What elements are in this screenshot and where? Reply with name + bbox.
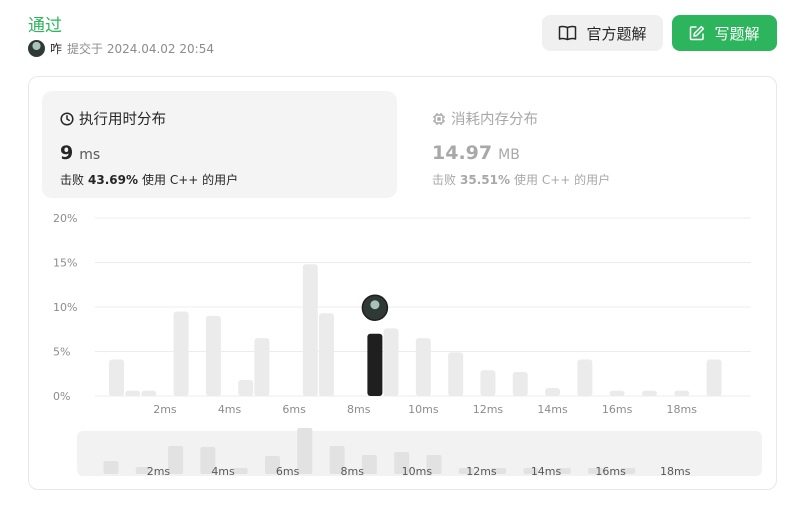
bar[interactable] (609, 390, 625, 396)
bar[interactable] (641, 390, 657, 396)
bar[interactable] (173, 311, 189, 396)
bar[interactable] (545, 387, 561, 396)
bar[interactable] (125, 390, 141, 396)
highlight-bar[interactable] (367, 333, 383, 396)
bar[interactable] (141, 390, 157, 396)
overview-bar (168, 446, 184, 474)
overview-tick-label: 14ms (531, 465, 562, 478)
y-tick-label: 20% (53, 212, 77, 225)
bar[interactable] (238, 379, 254, 396)
bar[interactable] (415, 338, 431, 396)
x-tick-label: 6ms (282, 403, 306, 416)
y-tick-label: 15% (53, 257, 77, 270)
x-tick-label: 10ms (408, 403, 439, 416)
avatar-highlight (370, 300, 380, 310)
bar[interactable] (448, 352, 464, 396)
overview-bar (232, 468, 248, 474)
x-tick-label: 16ms (602, 403, 633, 416)
x-tick-label: 12ms (473, 403, 504, 416)
bar[interactable] (254, 338, 270, 396)
overview-tick-label: 2ms (147, 465, 171, 478)
overview-bar (103, 461, 119, 474)
bar[interactable] (706, 359, 722, 396)
overview-bar (297, 428, 313, 474)
bar[interactable] (205, 315, 221, 396)
x-tick-label: 2ms (153, 403, 177, 416)
y-tick-label: 5% (53, 346, 70, 359)
x-tick-label: 14ms (537, 403, 568, 416)
overview-tick-label: 10ms (402, 465, 433, 478)
overview-tick-label: 16ms (595, 465, 626, 478)
overview-tick-label: 18ms (660, 465, 691, 478)
overview-tick-label: 4ms (211, 465, 235, 478)
x-tick-label: 18ms (667, 403, 698, 416)
bar[interactable] (512, 371, 528, 396)
y-tick-label: 0% (53, 390, 70, 403)
x-tick-label: 4ms (218, 403, 242, 416)
y-tick-label: 10% (53, 301, 77, 314)
bar[interactable] (577, 359, 593, 396)
overview-tick-label: 6ms (276, 465, 300, 478)
runtime-distribution-chart: 20% 15% 10% 5% 0% 2ms 4ms 6ms 8ms 10ms 12ms 14ms 16m… (53, 212, 762, 478)
overview-tick-label: 8ms (341, 465, 365, 478)
bar[interactable] (480, 370, 496, 396)
bar[interactable] (109, 359, 124, 396)
x-tick-label: 8ms (347, 403, 371, 416)
bar[interactable] (383, 328, 399, 396)
bar[interactable] (674, 390, 690, 396)
bar[interactable] (318, 313, 334, 396)
overview-bar (361, 455, 377, 474)
overview-tick-label: 12ms (466, 465, 497, 478)
bar[interactable] (302, 264, 318, 396)
